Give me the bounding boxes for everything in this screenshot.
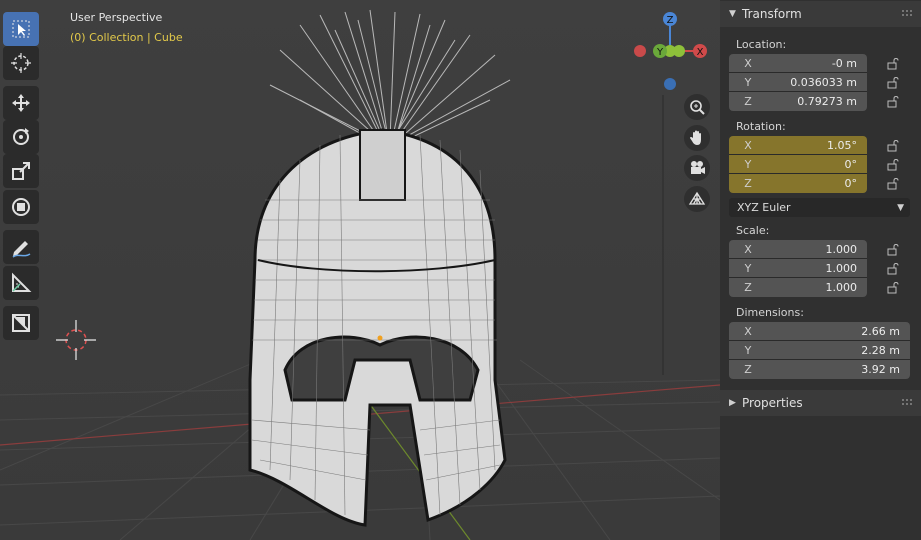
lock-location-y-icon[interactable] bbox=[886, 76, 900, 90]
zoom-button[interactable] bbox=[684, 94, 710, 120]
dimensions-z-field[interactable]: Z 3.92 m bbox=[729, 360, 910, 379]
scale-z-field[interactable]: Z 1.000 bbox=[729, 278, 867, 297]
lock-scale-z-icon[interactable] bbox=[886, 281, 900, 295]
gizmo-y-label: Y bbox=[656, 47, 664, 58]
scale-label: Scale: bbox=[736, 224, 770, 237]
lock-rotation-y-icon[interactable] bbox=[886, 158, 900, 172]
measure-tool[interactable] bbox=[3, 266, 39, 300]
dimensions-label: Dimensions: bbox=[736, 306, 804, 319]
select-box-tool[interactable] bbox=[3, 12, 39, 46]
move-tool[interactable] bbox=[3, 86, 39, 120]
cursor-tool[interactable] bbox=[3, 46, 39, 80]
lock-scale-y-icon[interactable] bbox=[886, 262, 900, 276]
lock-location-x-icon[interactable] bbox=[886, 57, 900, 71]
transform-tool[interactable] bbox=[3, 190, 39, 224]
properties-panel-header[interactable]: ▶ Properties bbox=[720, 390, 921, 416]
gizmo-x-label: X bbox=[697, 47, 704, 58]
rotation-z-field[interactable]: Z 0° bbox=[729, 174, 867, 193]
annotate-tool[interactable] bbox=[3, 230, 39, 264]
grid-ortho-icon bbox=[688, 191, 706, 205]
move-icon bbox=[12, 94, 30, 112]
select-box-icon bbox=[12, 20, 30, 38]
add-cube-icon bbox=[12, 314, 30, 332]
drag-grip-icon[interactable] bbox=[901, 398, 913, 406]
transform-panel-title: Transform bbox=[742, 7, 802, 21]
hand-pan-icon bbox=[690, 130, 701, 145]
lock-rotation-x-icon[interactable] bbox=[886, 139, 900, 153]
rotation-mode-value: XYZ Euler bbox=[737, 201, 791, 214]
annotate-icon bbox=[12, 241, 31, 258]
rotate-icon bbox=[13, 128, 29, 145]
dimensions-y-field[interactable]: Y 2.28 m bbox=[729, 341, 910, 360]
gizmo-z-negative bbox=[664, 78, 676, 90]
location-x-field[interactable]: X -0 m bbox=[729, 54, 867, 73]
location-z-field[interactable]: Z 0.79273 m bbox=[729, 92, 867, 111]
sidebar-n-panel: ▼ Transform Location: X -0 m Y 0.036033 m … bbox=[720, 0, 921, 540]
chevron-down-icon: ▼ bbox=[897, 202, 904, 213]
viewport-title: User Perspective bbox=[70, 11, 163, 24]
gizmo-x-negative bbox=[634, 45, 646, 57]
zoom-icon bbox=[690, 100, 705, 115]
3d-cursor-icon[interactable] bbox=[56, 320, 96, 360]
location-label: Location: bbox=[736, 38, 787, 51]
cursor-icon bbox=[11, 53, 31, 73]
dimensions-x-field[interactable]: X 2.66 m bbox=[729, 322, 910, 341]
collapse-triangle-icon: ▼ bbox=[729, 9, 736, 19]
lock-scale-x-icon[interactable] bbox=[886, 243, 900, 257]
lock-rotation-z-icon[interactable] bbox=[886, 177, 900, 191]
orientation-gizmo[interactable]: Z Y X bbox=[634, 12, 707, 90]
scale-icon bbox=[12, 162, 30, 180]
measure-icon bbox=[12, 272, 32, 292]
camera-view-button[interactable] bbox=[684, 155, 710, 181]
rotation-x-field[interactable]: X 1.05° bbox=[729, 136, 867, 155]
scale-tool[interactable] bbox=[3, 154, 39, 188]
pan-button[interactable] bbox=[684, 125, 710, 151]
location-y-field[interactable]: Y 0.036033 m bbox=[729, 73, 867, 92]
transform-icon bbox=[12, 198, 30, 216]
rotation-y-field[interactable]: Y 0° bbox=[729, 155, 867, 174]
rotate-tool[interactable] bbox=[3, 120, 39, 154]
rotation-label: Rotation: bbox=[736, 120, 786, 133]
lock-location-z-icon[interactable] bbox=[886, 95, 900, 109]
helmet-mesh[interactable] bbox=[248, 9, 511, 527]
camera-icon bbox=[691, 161, 705, 174]
gizmo-z-label: Z bbox=[667, 15, 674, 26]
rotation-mode-dropdown[interactable]: XYZ Euler ▼ bbox=[729, 198, 910, 217]
ortho-toggle-button[interactable] bbox=[684, 186, 710, 212]
scale-y-field[interactable]: Y 1.000 bbox=[729, 259, 867, 278]
add-cube-tool[interactable] bbox=[3, 306, 39, 340]
properties-panel-title: Properties bbox=[742, 396, 803, 410]
scale-x-field[interactable]: X 1.000 bbox=[729, 240, 867, 259]
transform-panel-header[interactable]: ▼ Transform bbox=[720, 1, 921, 27]
active-object-label: (0) Collection | Cube bbox=[70, 31, 183, 44]
expand-triangle-icon: ▶ bbox=[729, 398, 736, 408]
drag-grip-icon[interactable] bbox=[901, 9, 913, 17]
